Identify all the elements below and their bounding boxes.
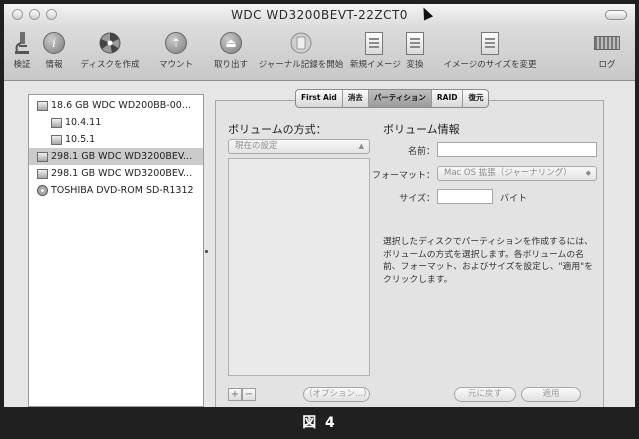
add-partition-button[interactable]: + (228, 388, 242, 401)
partition-description: 選択したディスクでパーティションを作成するには、ボリュームの方式を選択します。各… (383, 237, 593, 285)
revert-button[interactable]: 元に戻す (454, 387, 516, 402)
burn-icon (97, 30, 123, 56)
size-unit: バイト (500, 194, 528, 204)
device-list[interactable]: 18.6 GB WDC WD200BB-00... 10.4.11 10.5.1… (28, 94, 204, 407)
volume-layout-area[interactable] (228, 158, 370, 376)
popup-arrows-icon: ▲ (358, 142, 364, 150)
convert-button[interactable]: 変換 (402, 30, 428, 70)
eject-icon: ⏏ (220, 32, 242, 54)
tab-erase[interactable]: 消去 (343, 90, 369, 107)
name-field[interactable] (437, 142, 597, 157)
info-button[interactable]: i 情報 (39, 30, 69, 70)
options-button[interactable]: （オプション...） (303, 387, 372, 402)
log-icon (594, 36, 620, 50)
window-title: WDC WD3200BEVT-22ZCT0 (231, 8, 408, 22)
journal-icon (288, 30, 314, 56)
format-popup[interactable]: Mac OS 拡張（ジャーナリング） ◆ (437, 166, 597, 181)
disk-icon (37, 100, 48, 111)
tab-first-aid[interactable]: First Aid (296, 90, 343, 107)
toolbar: 検証 i 情報 ディスクを作成 ⇡ マウント ⏏ 取り出す ジャーナル記録を開始 (4, 26, 635, 81)
info-icon: i (43, 32, 65, 54)
sidebar-item-disk[interactable]: 298.1 GB WDC WD3200BEV... (29, 165, 203, 182)
volume-scheme-heading: ボリュームの方式： (228, 123, 327, 136)
mount-icon: ⇡ (165, 32, 187, 54)
size-label: サイズ： (399, 194, 435, 204)
sidebar-item-disk[interactable]: 18.6 GB WDC WD200BB-00... (29, 97, 203, 114)
volume-scheme-popup[interactable]: 現在の設定 ▲ (228, 139, 370, 154)
sidebar-item-volume[interactable]: 10.5.1 (29, 131, 203, 148)
volume-info-heading: ボリューム情報 (383, 123, 460, 136)
new-image-button[interactable]: 新規イメージ (350, 30, 401, 70)
volume-icon (51, 134, 62, 145)
tab-raid[interactable]: RAID (432, 90, 464, 107)
sidebar-item-optical-drive[interactable]: TOSHIBA DVD-ROM SD-R1312 (29, 182, 203, 199)
log-button[interactable]: ログ (590, 30, 624, 70)
tab-partition[interactable]: パーティション (368, 90, 432, 107)
remove-partition-button[interactable]: − (242, 388, 256, 401)
new-image-icon (365, 31, 383, 55)
sidebar-item-disk-selected[interactable]: 298.1 GB WDC WD3200BEV... (29, 148, 203, 165)
resize-image-button[interactable]: イメージのサイズを変更 (436, 30, 544, 70)
title-bar: WDC WD3200BEVT-22ZCT0 (4, 4, 635, 26)
tab-restore[interactable]: 復元 (463, 90, 488, 107)
size-field[interactable] (437, 189, 493, 204)
format-label: フォーマット： (371, 171, 435, 181)
verify-button[interactable]: 検証 (7, 30, 37, 70)
sidebar-item-volume[interactable]: 10.4.11 (29, 114, 203, 131)
figure-caption: 図 4 (0, 407, 639, 439)
toolbar-toggle-button[interactable] (605, 10, 627, 20)
enable-journaling-button[interactable]: ジャーナル記録を開始 (256, 30, 346, 70)
microscope-icon (9, 30, 35, 56)
tab-bar: First Aid 消去 パーティション RAID 復元 (295, 89, 490, 108)
optical-drive-icon (37, 185, 48, 196)
resize-image-icon (481, 31, 499, 55)
volume-icon (51, 117, 62, 128)
burn-button[interactable]: ディスクを作成 (74, 30, 146, 70)
popup-arrows-icon: ◆ (585, 169, 591, 177)
disk-icon (37, 151, 48, 162)
name-label: 名前： (407, 147, 435, 157)
convert-icon (406, 31, 424, 55)
apply-button[interactable]: 適用 (521, 387, 581, 402)
mount-button[interactable]: ⇡ マウント (156, 30, 196, 70)
disk-icon (37, 168, 48, 179)
split-view-handle[interactable] (205, 250, 208, 253)
eject-button[interactable]: ⏏ 取り出す (210, 30, 252, 70)
